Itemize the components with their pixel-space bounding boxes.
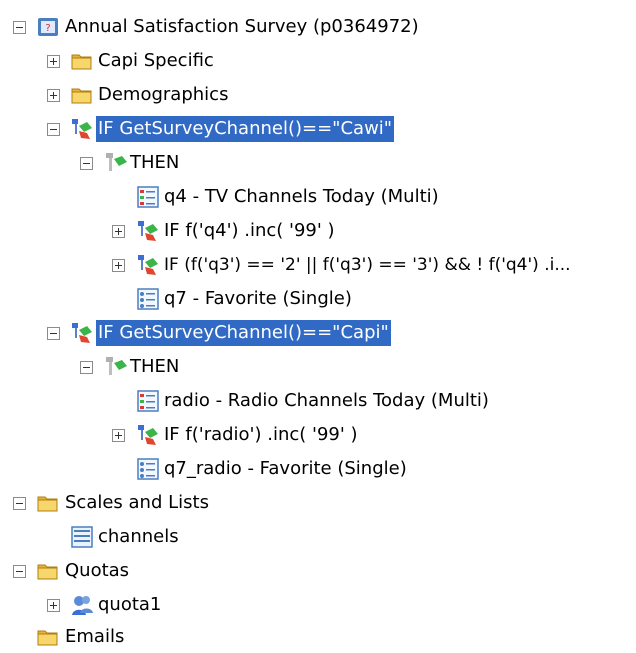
tree-node-if-q3[interactable]: IF (f('q3') == '2' || f('q3') == '3') &&… xyxy=(0,250,636,280)
tree-node-label: IF GetSurveyChannel()=="Cawi" xyxy=(96,116,395,142)
tree-node-label: Quotas xyxy=(65,560,130,581)
folder-icon xyxy=(36,491,60,515)
collapse-toggle[interactable] xyxy=(80,361,93,374)
collapse-toggle[interactable] xyxy=(13,565,26,578)
tree-node-label: q7 - Favorite (Single) xyxy=(164,288,352,309)
tree-node-quota1[interactable]: quota1 xyxy=(0,590,636,620)
folder-icon xyxy=(36,559,60,583)
tree-node-if-cawi[interactable]: IF GetSurveyChannel()=="Cawi" xyxy=(0,114,636,144)
then-icon xyxy=(104,355,128,379)
tree-node-if-q4[interactable]: IF f('q4') .inc( '99' ) xyxy=(0,216,636,246)
expand-toggle[interactable] xyxy=(47,55,60,68)
tree-node-then-capi[interactable]: THEN xyxy=(0,352,636,382)
expand-toggle[interactable] xyxy=(47,89,60,102)
list-icon xyxy=(70,525,94,549)
condition-icon xyxy=(136,423,160,447)
tree-node-root[interactable]: Annual Satisfaction Survey (p0364972) xyxy=(0,12,636,42)
collapse-toggle[interactable] xyxy=(80,157,93,170)
then-icon xyxy=(104,151,128,175)
multi-question-icon xyxy=(136,389,160,413)
single-question-icon xyxy=(136,287,160,311)
tree-node-label: Capi Specific xyxy=(98,50,214,71)
tree-node-label: IF (f('q3') == '2' || f('q3') == '3') &&… xyxy=(164,255,571,275)
tree-node-if-capi[interactable]: IF GetSurveyChannel()=="Capi" xyxy=(0,318,636,348)
folder-icon xyxy=(36,625,60,649)
tree-node-radio[interactable]: radio - Radio Channels Today (Multi) xyxy=(0,386,636,416)
tree-node-label: Emails xyxy=(65,626,125,647)
folder-icon xyxy=(70,83,94,107)
collapse-toggle[interactable] xyxy=(13,497,26,510)
expand-toggle[interactable] xyxy=(112,225,125,238)
tree-node-if-radio[interactable]: IF f('radio') .inc( '99' ) xyxy=(0,420,636,450)
expand-toggle[interactable] xyxy=(112,259,125,272)
condition-icon xyxy=(136,253,160,277)
survey-tree: Annual Satisfaction Survey (p0364972) Ca… xyxy=(0,0,636,653)
single-question-icon xyxy=(136,457,160,481)
quota-icon xyxy=(70,593,94,617)
condition-icon xyxy=(136,219,160,243)
tree-node-demographics[interactable]: Demographics xyxy=(0,80,636,110)
tree-node-q4[interactable]: q4 - TV Channels Today (Multi) xyxy=(0,182,636,212)
tree-node-scales-lists[interactable]: Scales and Lists xyxy=(0,488,636,518)
tree-node-q7[interactable]: q7 - Favorite (Single) xyxy=(0,284,636,314)
folder-icon xyxy=(70,49,94,73)
tree-node-label: THEN xyxy=(130,152,180,173)
collapse-toggle[interactable] xyxy=(47,327,60,340)
tree-node-label: IF f('q4') .inc( '99' ) xyxy=(164,220,335,241)
condition-icon xyxy=(70,321,94,345)
tree-node-channels[interactable]: channels xyxy=(0,522,636,552)
survey-icon xyxy=(36,15,60,39)
tree-node-quotas[interactable]: Quotas xyxy=(0,556,636,586)
tree-node-label: IF GetSurveyChannel()=="Capi" xyxy=(96,320,391,346)
tree-node-label: IF f('radio') .inc( '99' ) xyxy=(164,424,358,445)
tree-node-q7-radio[interactable]: q7_radio - Favorite (Single) xyxy=(0,454,636,484)
tree-node-label: q7_radio - Favorite (Single) xyxy=(164,458,407,479)
tree-node-label: Scales and Lists xyxy=(65,492,209,513)
tree-node-label: radio - Radio Channels Today (Multi) xyxy=(164,390,489,411)
tree-node-label: THEN xyxy=(130,356,180,377)
condition-icon xyxy=(70,117,94,141)
expand-toggle[interactable] xyxy=(112,429,125,442)
expand-toggle[interactable] xyxy=(47,599,60,612)
tree-node-emails[interactable]: Emails xyxy=(0,622,636,652)
tree-node-then-cawi[interactable]: THEN xyxy=(0,148,636,178)
collapse-toggle[interactable] xyxy=(13,21,26,34)
multi-question-icon xyxy=(136,185,160,209)
tree-node-label: Annual Satisfaction Survey (p0364972) xyxy=(65,16,419,37)
tree-node-label: q4 - TV Channels Today (Multi) xyxy=(164,186,439,207)
tree-node-capi-specific[interactable]: Capi Specific xyxy=(0,46,636,76)
tree-node-label: Demographics xyxy=(98,84,229,105)
tree-node-label: quota1 xyxy=(98,594,162,615)
collapse-toggle[interactable] xyxy=(47,123,60,136)
tree-node-label: channels xyxy=(98,526,179,547)
